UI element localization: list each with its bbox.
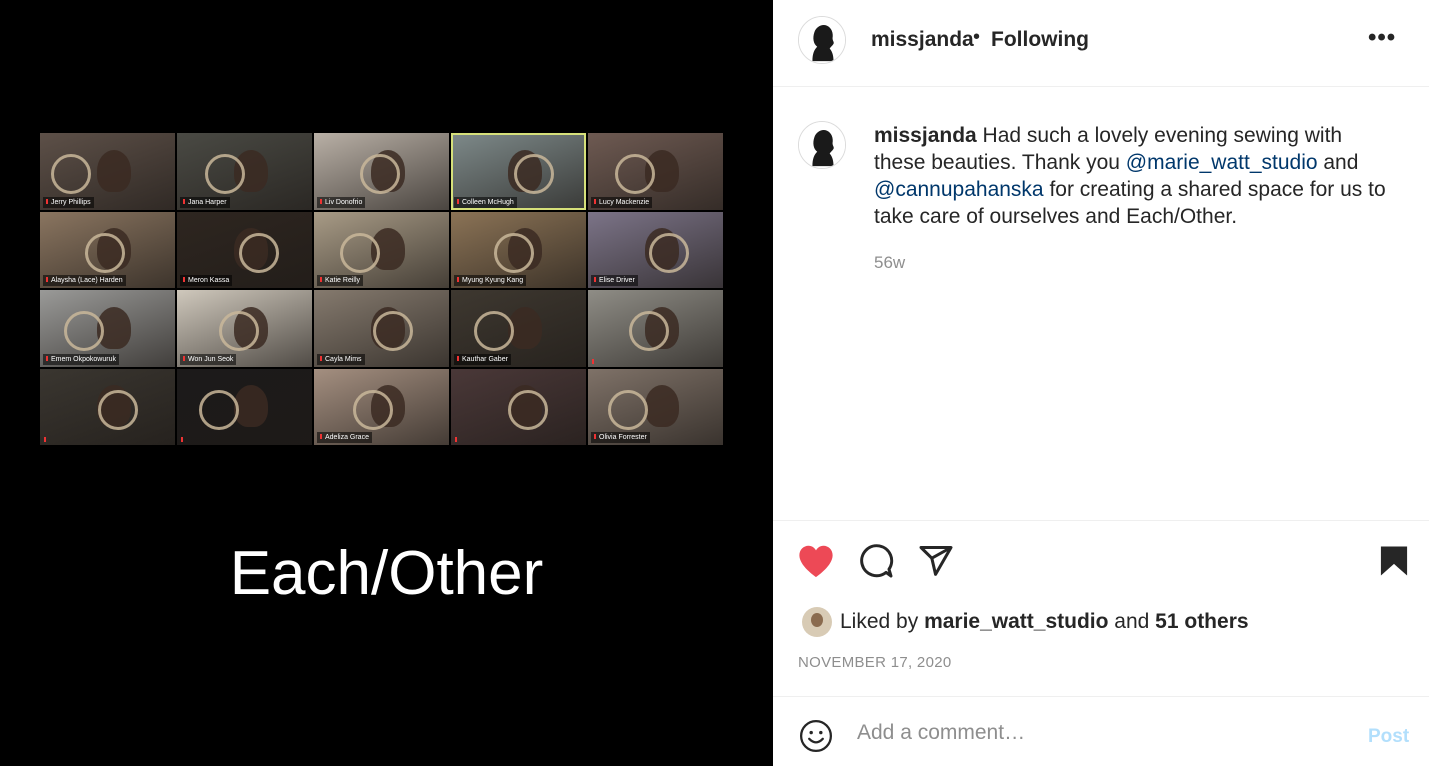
embroidery-hoop (353, 389, 394, 430)
action-bar: Liked by marie_watt_studio and 51 others… (773, 520, 1429, 696)
participant-name: Emem Okpokowuruk (43, 353, 119, 365)
participant-name: Jana Harper (180, 196, 230, 208)
embroidery-hoop (494, 232, 535, 273)
embroidery-hoop (84, 232, 125, 273)
muted-mic-icon (455, 437, 457, 442)
participant-name: Cayla Mims (317, 353, 365, 365)
participant-name: Myung Kyung Kang (454, 275, 527, 286)
participant-tile: Alaysha (Lace) Harden (40, 211, 175, 288)
liker-username[interactable]: marie_watt_studio (924, 610, 1108, 633)
caption-username[interactable]: missjanda (874, 124, 977, 147)
participant-name: Adeliza Grace (317, 432, 372, 443)
participant-figure (96, 149, 131, 192)
share-icon[interactable] (918, 543, 954, 584)
heart-icon[interactable] (797, 543, 835, 584)
post-comment-button[interactable]: Post (1368, 726, 1409, 748)
muted-mic-icon (181, 437, 183, 442)
silhouette-icon (799, 17, 845, 63)
embroidery-hoop (339, 232, 380, 273)
author-avatar[interactable] (798, 16, 846, 64)
participant-name: Jerry Phillips (43, 196, 94, 208)
participant-name: Katie Reilly (317, 275, 364, 286)
participant-name: Alaysha (Lace) Harden (43, 275, 126, 286)
author-username[interactable]: missjanda (871, 28, 974, 52)
embroidery-hoop (608, 389, 649, 430)
likes-middle: and (1108, 610, 1156, 633)
video-call-grid: Jerry Phillips Jana Harper Liv Donofrio Col… (40, 133, 723, 445)
participant-tile: Cayla Mims (314, 290, 449, 367)
participant-tile: Jana Harper (177, 133, 312, 210)
post-media[interactable]: Jerry Phillips Jana Harper Liv Donofrio Col… (0, 0, 773, 766)
more-options-icon[interactable]: ••• (1368, 24, 1396, 52)
comment-bar: Post (773, 696, 1429, 766)
post-age[interactable]: 56w (874, 253, 905, 273)
participant-figure (233, 385, 268, 428)
embroidery-hoop (64, 311, 105, 352)
likes-count-link[interactable]: 51 others (1155, 610, 1248, 633)
embroidery-hoop (507, 389, 548, 430)
embroidery-hoop (514, 154, 555, 195)
participant-tile (451, 368, 586, 445)
comment-input[interactable] (857, 718, 1337, 748)
participant-tile: Katie Reilly (314, 211, 449, 288)
participant-name: Liv Donofrio (317, 196, 366, 208)
participant-tile: Meron Kassa (177, 211, 312, 288)
likes-prefix: Liked by (840, 610, 925, 633)
participant-tile: Liv Donofrio (314, 133, 449, 210)
muted-mic-icon (592, 358, 594, 364)
caption-text: missjanda Had such a lovely evening sewi… (874, 122, 1399, 230)
participant-tile: Myung Kyung Kang (451, 211, 586, 288)
participant-name: Lucy Mackenzie (591, 196, 653, 208)
post-header: missjanda • Following ••• (773, 0, 1429, 87)
participant-name: Kauthar Gaber (454, 353, 511, 365)
participant-tile: Elise Driver (588, 211, 723, 288)
caption-text-part: and (1317, 151, 1359, 174)
participant-name: Olivia Forrester (591, 432, 650, 443)
embroidery-hoop (473, 311, 514, 352)
participant-name: Colleen McHugh (454, 196, 517, 208)
bookmark-icon[interactable] (1379, 545, 1409, 582)
media-caption-text: Each/Other (229, 539, 544, 608)
participant-tile (177, 368, 312, 445)
participant-tile: Adeliza Grace (314, 368, 449, 445)
participant-name: Meron Kassa (180, 275, 233, 286)
participant-tile: Olivia Forrester (588, 368, 723, 445)
mention-link[interactable]: @cannupahanska (874, 178, 1044, 201)
emoji-icon[interactable] (799, 719, 833, 758)
embroidery-hoop (50, 154, 91, 195)
embroidery-hoop (615, 154, 655, 195)
participant-tile: Jerry Phillips (40, 133, 175, 210)
embroidery-hoop (373, 311, 414, 352)
participant-tile: Kauthar Gaber (451, 290, 586, 367)
silhouette-icon (799, 122, 845, 168)
participant-tile (40, 368, 175, 445)
embroidery-hoop (239, 232, 280, 273)
muted-mic-icon (44, 437, 46, 442)
mention-link[interactable]: @marie_watt_studio (1126, 151, 1318, 174)
likes-text: Liked by marie_watt_studio and 51 others (840, 610, 1249, 634)
participant-tile: Lucy Mackenzie (588, 133, 723, 210)
embroidery-hoop (198, 389, 239, 430)
embroidery-hoop (218, 311, 259, 352)
participant-tile: Colleen McHugh (451, 133, 586, 210)
post-date[interactable]: NOVEMBER 17, 2020 (798, 654, 952, 671)
post-sidebar: missjanda • Following ••• missjanda Had … (773, 0, 1429, 766)
caption-section: missjanda Had such a lovely evening sewi… (773, 88, 1429, 520)
liker-avatar[interactable] (802, 607, 832, 637)
embroidery-hoop (648, 232, 689, 273)
participant-figure (644, 385, 679, 428)
participant-name: Elise Driver (591, 275, 638, 286)
embroidery-hoop (98, 389, 139, 430)
participant-name: Won Jun Seok (180, 353, 237, 365)
following-button[interactable]: Following (991, 28, 1089, 52)
participant-tile: Emem Okpokowuruk (40, 290, 175, 367)
participant-tile (588, 290, 723, 367)
participant-tile: Won Jun Seok (177, 290, 312, 367)
caption-avatar[interactable] (798, 121, 846, 169)
separator-dot: • (973, 26, 981, 48)
comment-icon[interactable] (858, 543, 894, 584)
embroidery-hoop (628, 311, 669, 352)
